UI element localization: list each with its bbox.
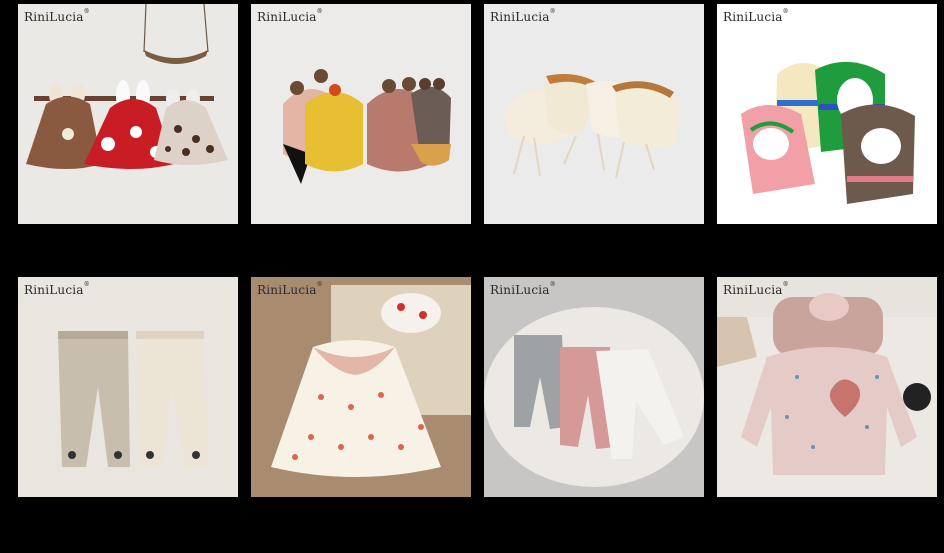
product-card-footed-pants[interactable]: RiniLucia® (18, 277, 238, 497)
capes-image (26, 4, 228, 169)
product-card-capes[interactable]: RiniLucia® (18, 4, 238, 224)
product-card-bonnets[interactable]: RiniLucia® (484, 4, 704, 224)
product-card-balaclavas[interactable]: RiniLucia® (717, 4, 937, 224)
brand-watermark: RiniLucia® (490, 8, 556, 24)
brand-registered: ® (549, 281, 556, 288)
brand-registered: ® (316, 281, 323, 288)
brand-watermark: RiniLucia® (723, 281, 789, 297)
product-gallery: RiniLucia® RiniLucia® RiniLucia® RiniLuc… (0, 0, 944, 553)
brand-text: RiniLucia (723, 10, 783, 24)
brand-watermark: RiniLucia® (24, 8, 90, 24)
brand-watermark: RiniLucia® (723, 8, 789, 24)
brand-registered: ® (316, 8, 323, 15)
brand-registered: ® (782, 281, 789, 288)
hats-image (283, 69, 451, 184)
leggings-image (484, 307, 704, 487)
brand-text: RiniLucia (723, 283, 783, 297)
floral-dress-image (251, 277, 471, 497)
product-card-leggings[interactable]: RiniLucia® (484, 277, 704, 497)
brand-text: RiniLucia (24, 283, 84, 297)
brand-text: RiniLucia (257, 283, 317, 297)
brand-text: RiniLucia (490, 283, 550, 297)
brand-text: RiniLucia (257, 10, 317, 24)
brand-registered: ® (549, 8, 556, 15)
brand-watermark: RiniLucia® (490, 281, 556, 297)
brand-registered: ® (782, 8, 789, 15)
brand-watermark: RiniLucia® (257, 281, 323, 297)
brand-watermark: RiniLucia® (257, 8, 323, 24)
brand-text: RiniLucia (24, 10, 84, 24)
product-card-hats[interactable]: RiniLucia® (251, 4, 471, 224)
brand-watermark: RiniLucia® (24, 281, 90, 297)
brand-text: RiniLucia (490, 10, 550, 24)
footed-pants-image (58, 331, 208, 467)
product-card-floral-dress[interactable]: RiniLucia® (251, 277, 471, 497)
brand-registered: ® (83, 281, 90, 288)
product-card-sweater[interactable]: RiniLucia® (717, 277, 937, 497)
sweater-image (717, 277, 937, 475)
brand-registered: ® (83, 8, 90, 15)
balaclavas-image (741, 61, 915, 204)
bonnets-image (504, 74, 680, 179)
